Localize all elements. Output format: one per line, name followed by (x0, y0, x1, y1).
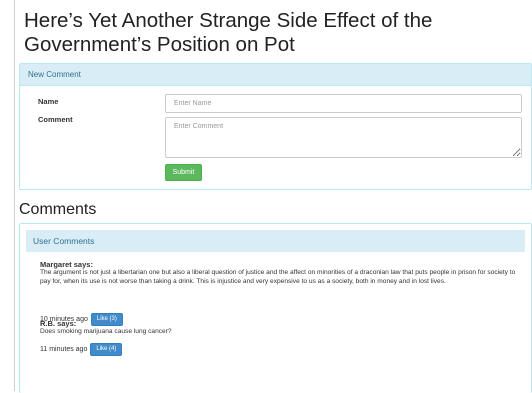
article-title: Here’s Yet Another Strange Side Effect o… (24, 9, 433, 56)
comment-item: Margaret says: The argument is not just … (40, 260, 520, 326)
comment-author: Margaret says: (40, 260, 93, 269)
comment-item: R.B. says: Does smoking marijuana cause … (40, 319, 520, 356)
comment-meta: 11 minutes ago Like (4) (40, 343, 123, 356)
submit-button[interactable]: Submit (165, 164, 202, 181)
comment-label: Comment (38, 115, 73, 124)
like-button[interactable]: Like (4) (90, 343, 123, 356)
comment-timestamp: 11 minutes ago (40, 346, 88, 353)
comments-heading: Comments (19, 201, 97, 218)
comment-body: The argument is not just a libertarian o… (40, 269, 516, 285)
comment-textarea[interactable] (165, 117, 522, 158)
user-comments-heading: User Comments (26, 230, 525, 252)
user-comments-panel: User Comments Margaret says: The argumen… (19, 223, 532, 393)
new-comment-panel: New Comment Name Comment Submit (19, 63, 532, 190)
name-label: Name (38, 97, 59, 106)
comment-body: Does smoking marijuana cause lung cancer… (40, 328, 172, 335)
new-comment-heading: New Comment (20, 64, 531, 86)
name-input[interactable] (165, 94, 522, 113)
page-frame: Here’s Yet Another Strange Side Effect o… (14, 0, 532, 393)
comment-author: R.B. says: (40, 319, 77, 328)
